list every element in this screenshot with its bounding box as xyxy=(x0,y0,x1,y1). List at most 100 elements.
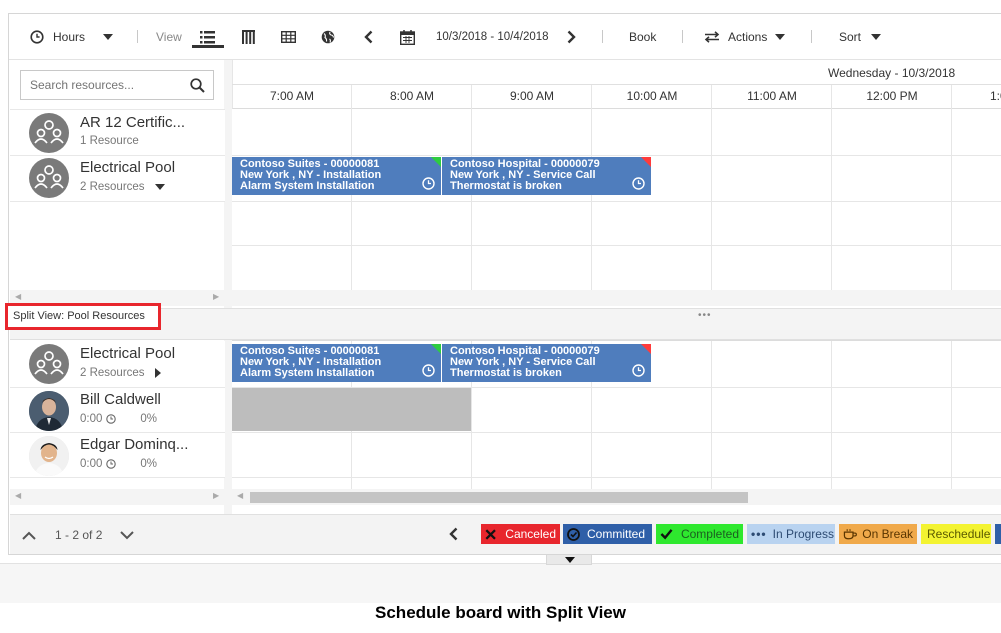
time-header: 12:00 PM xyxy=(866,89,918,103)
time-header: 1:0 xyxy=(990,89,1001,103)
grid-row-line xyxy=(232,155,1001,156)
actions-dropdown[interactable]: Actions xyxy=(704,14,786,60)
booking-card[interactable]: Contoso Suites - 00000081 New York , NY … xyxy=(232,344,441,382)
scroll-left-icon[interactable]: ◀ xyxy=(237,491,243,500)
split-view-label: Split View: Pool Resources xyxy=(5,303,161,330)
legend-committed[interactable]: Committed xyxy=(563,524,652,544)
sort-dropdown[interactable]: Sort xyxy=(839,14,882,60)
status-corner xyxy=(431,157,441,167)
expand-caret-down-icon[interactable] xyxy=(154,184,165,190)
status-corner xyxy=(641,344,651,354)
chevron-down-icon[interactable] xyxy=(120,531,134,540)
grid-row-line xyxy=(232,201,1001,202)
clock-icon xyxy=(106,414,117,424)
resource-count-text: 2 Resources xyxy=(80,181,145,193)
legend-label: On Break xyxy=(862,527,913,541)
expand-caret-right-icon[interactable] xyxy=(154,368,161,378)
collapse-tab[interactable] xyxy=(546,555,592,565)
book-button[interactable]: Book xyxy=(629,14,656,60)
legend-scroll-left-icon[interactable] xyxy=(449,527,458,541)
scrollbar-thumb[interactable] xyxy=(250,492,748,503)
legend-in-progress[interactable]: ••• In Progress xyxy=(747,524,835,544)
resource-row[interactable]: Edgar Dominq... 0:00 0% xyxy=(10,432,225,477)
pool-avatar-icon xyxy=(29,344,69,384)
hours-dropdown[interactable]: Hours xyxy=(30,14,114,60)
clock-icon xyxy=(422,364,435,377)
clock-icon xyxy=(30,30,44,44)
caret-down-icon xyxy=(871,34,882,40)
vertical-bars-icon xyxy=(242,30,255,44)
legend-completed[interactable]: Completed xyxy=(656,524,743,544)
legend-reschedule[interactable]: Reschedule xyxy=(921,524,991,544)
drag-handle-icon[interactable]: ••• xyxy=(698,310,712,321)
toolbar-separator xyxy=(682,30,683,43)
resource-row[interactable]: AR 12 Certific... 1 Resource xyxy=(10,109,225,155)
time-header: 8:00 AM xyxy=(389,89,435,103)
swap-arrows-icon xyxy=(704,31,720,43)
table-grid-icon xyxy=(281,31,296,43)
utilization-percent: 0% xyxy=(140,413,158,425)
date-picker-button[interactable] xyxy=(400,14,415,60)
resource-name: Edgar Dominq... xyxy=(80,436,189,453)
search-icon[interactable] xyxy=(190,78,205,93)
chevron-up-icon[interactable] xyxy=(22,531,36,540)
resource-name: Electrical Pool xyxy=(80,159,176,176)
grid-row-line xyxy=(232,432,1001,433)
grid-view-button[interactable] xyxy=(281,14,296,60)
booking-card[interactable]: Contoso Suites - 00000081 New York , NY … xyxy=(232,157,441,195)
caret-down-icon xyxy=(775,34,786,40)
chevron-right-icon xyxy=(567,30,576,44)
scroll-right-icon[interactable]: ▶ xyxy=(213,292,219,301)
footer-band xyxy=(0,563,1001,603)
resource-name: Electrical Pool xyxy=(80,345,176,362)
map-view-button[interactable] xyxy=(321,14,335,60)
next-date-button[interactable] xyxy=(567,14,576,60)
x-icon xyxy=(485,528,496,540)
figure-caption: Schedule board with Split View xyxy=(375,603,626,622)
header-divider xyxy=(232,84,1001,85)
grid-line xyxy=(711,85,712,290)
search-input[interactable] xyxy=(21,71,181,99)
booking-description: Thermostat is broken xyxy=(450,367,562,379)
panel-gutter xyxy=(224,60,232,514)
legend-on-break[interactable]: On Break xyxy=(839,524,917,544)
status-corner xyxy=(641,157,651,167)
toolbar-separator xyxy=(602,30,603,43)
vertical-view-button[interactable] xyxy=(242,14,255,60)
scroll-right-icon[interactable]: ▶ xyxy=(213,491,219,500)
grid-horizontal-scrollbar[interactable]: ◀ xyxy=(232,489,1001,505)
toolbar-separator xyxy=(811,30,812,43)
list-view-button[interactable] xyxy=(200,14,215,60)
row-divider xyxy=(10,201,225,202)
grid-row-line xyxy=(232,245,1001,246)
time-header: 7:00 AM xyxy=(269,89,315,103)
row-divider xyxy=(10,477,225,478)
booking-card[interactable]: Contoso Hospital - 00000079 New York , N… xyxy=(442,157,651,195)
resource-count-text: 1 Resource xyxy=(80,135,139,147)
calendar-icon xyxy=(400,29,415,45)
resource-count: 2 Resources xyxy=(80,181,165,193)
legend-label: Committed xyxy=(587,527,646,541)
resource-name: Bill Caldwell xyxy=(80,391,161,408)
actions-label: Actions xyxy=(728,30,768,44)
globe-icon xyxy=(321,30,335,44)
resource-row[interactable]: Electrical Pool 2 Resources xyxy=(10,341,225,387)
booking-card[interactable]: Contoso Hospital - 00000079 New York , N… xyxy=(442,344,651,382)
resource-utilization: 0:00 0% xyxy=(80,458,157,470)
resource-row[interactable]: Bill Caldwell 0:00 0% xyxy=(10,387,225,432)
resource-row[interactable]: Electrical Pool 2 Resources xyxy=(10,155,225,201)
clock-icon xyxy=(106,459,117,469)
legend-canceled[interactable]: Canceled xyxy=(481,524,560,544)
resource-search-box[interactable] xyxy=(20,70,214,100)
toolbar-separator xyxy=(137,30,138,43)
legend-next-item[interactable] xyxy=(995,524,1001,544)
clock-icon xyxy=(632,364,645,377)
check-icon xyxy=(660,529,673,540)
unavailable-block xyxy=(232,388,471,431)
scroll-left-icon[interactable]: ◀ xyxy=(15,292,21,301)
horizontal-scrollbar[interactable]: ◀ ▶ xyxy=(10,489,224,505)
resource-name: AR 12 Certific... xyxy=(80,114,186,131)
scroll-left-icon[interactable]: ◀ xyxy=(15,491,21,500)
previous-date-button[interactable] xyxy=(364,14,373,60)
resource-count: 2 Resources xyxy=(80,367,161,379)
